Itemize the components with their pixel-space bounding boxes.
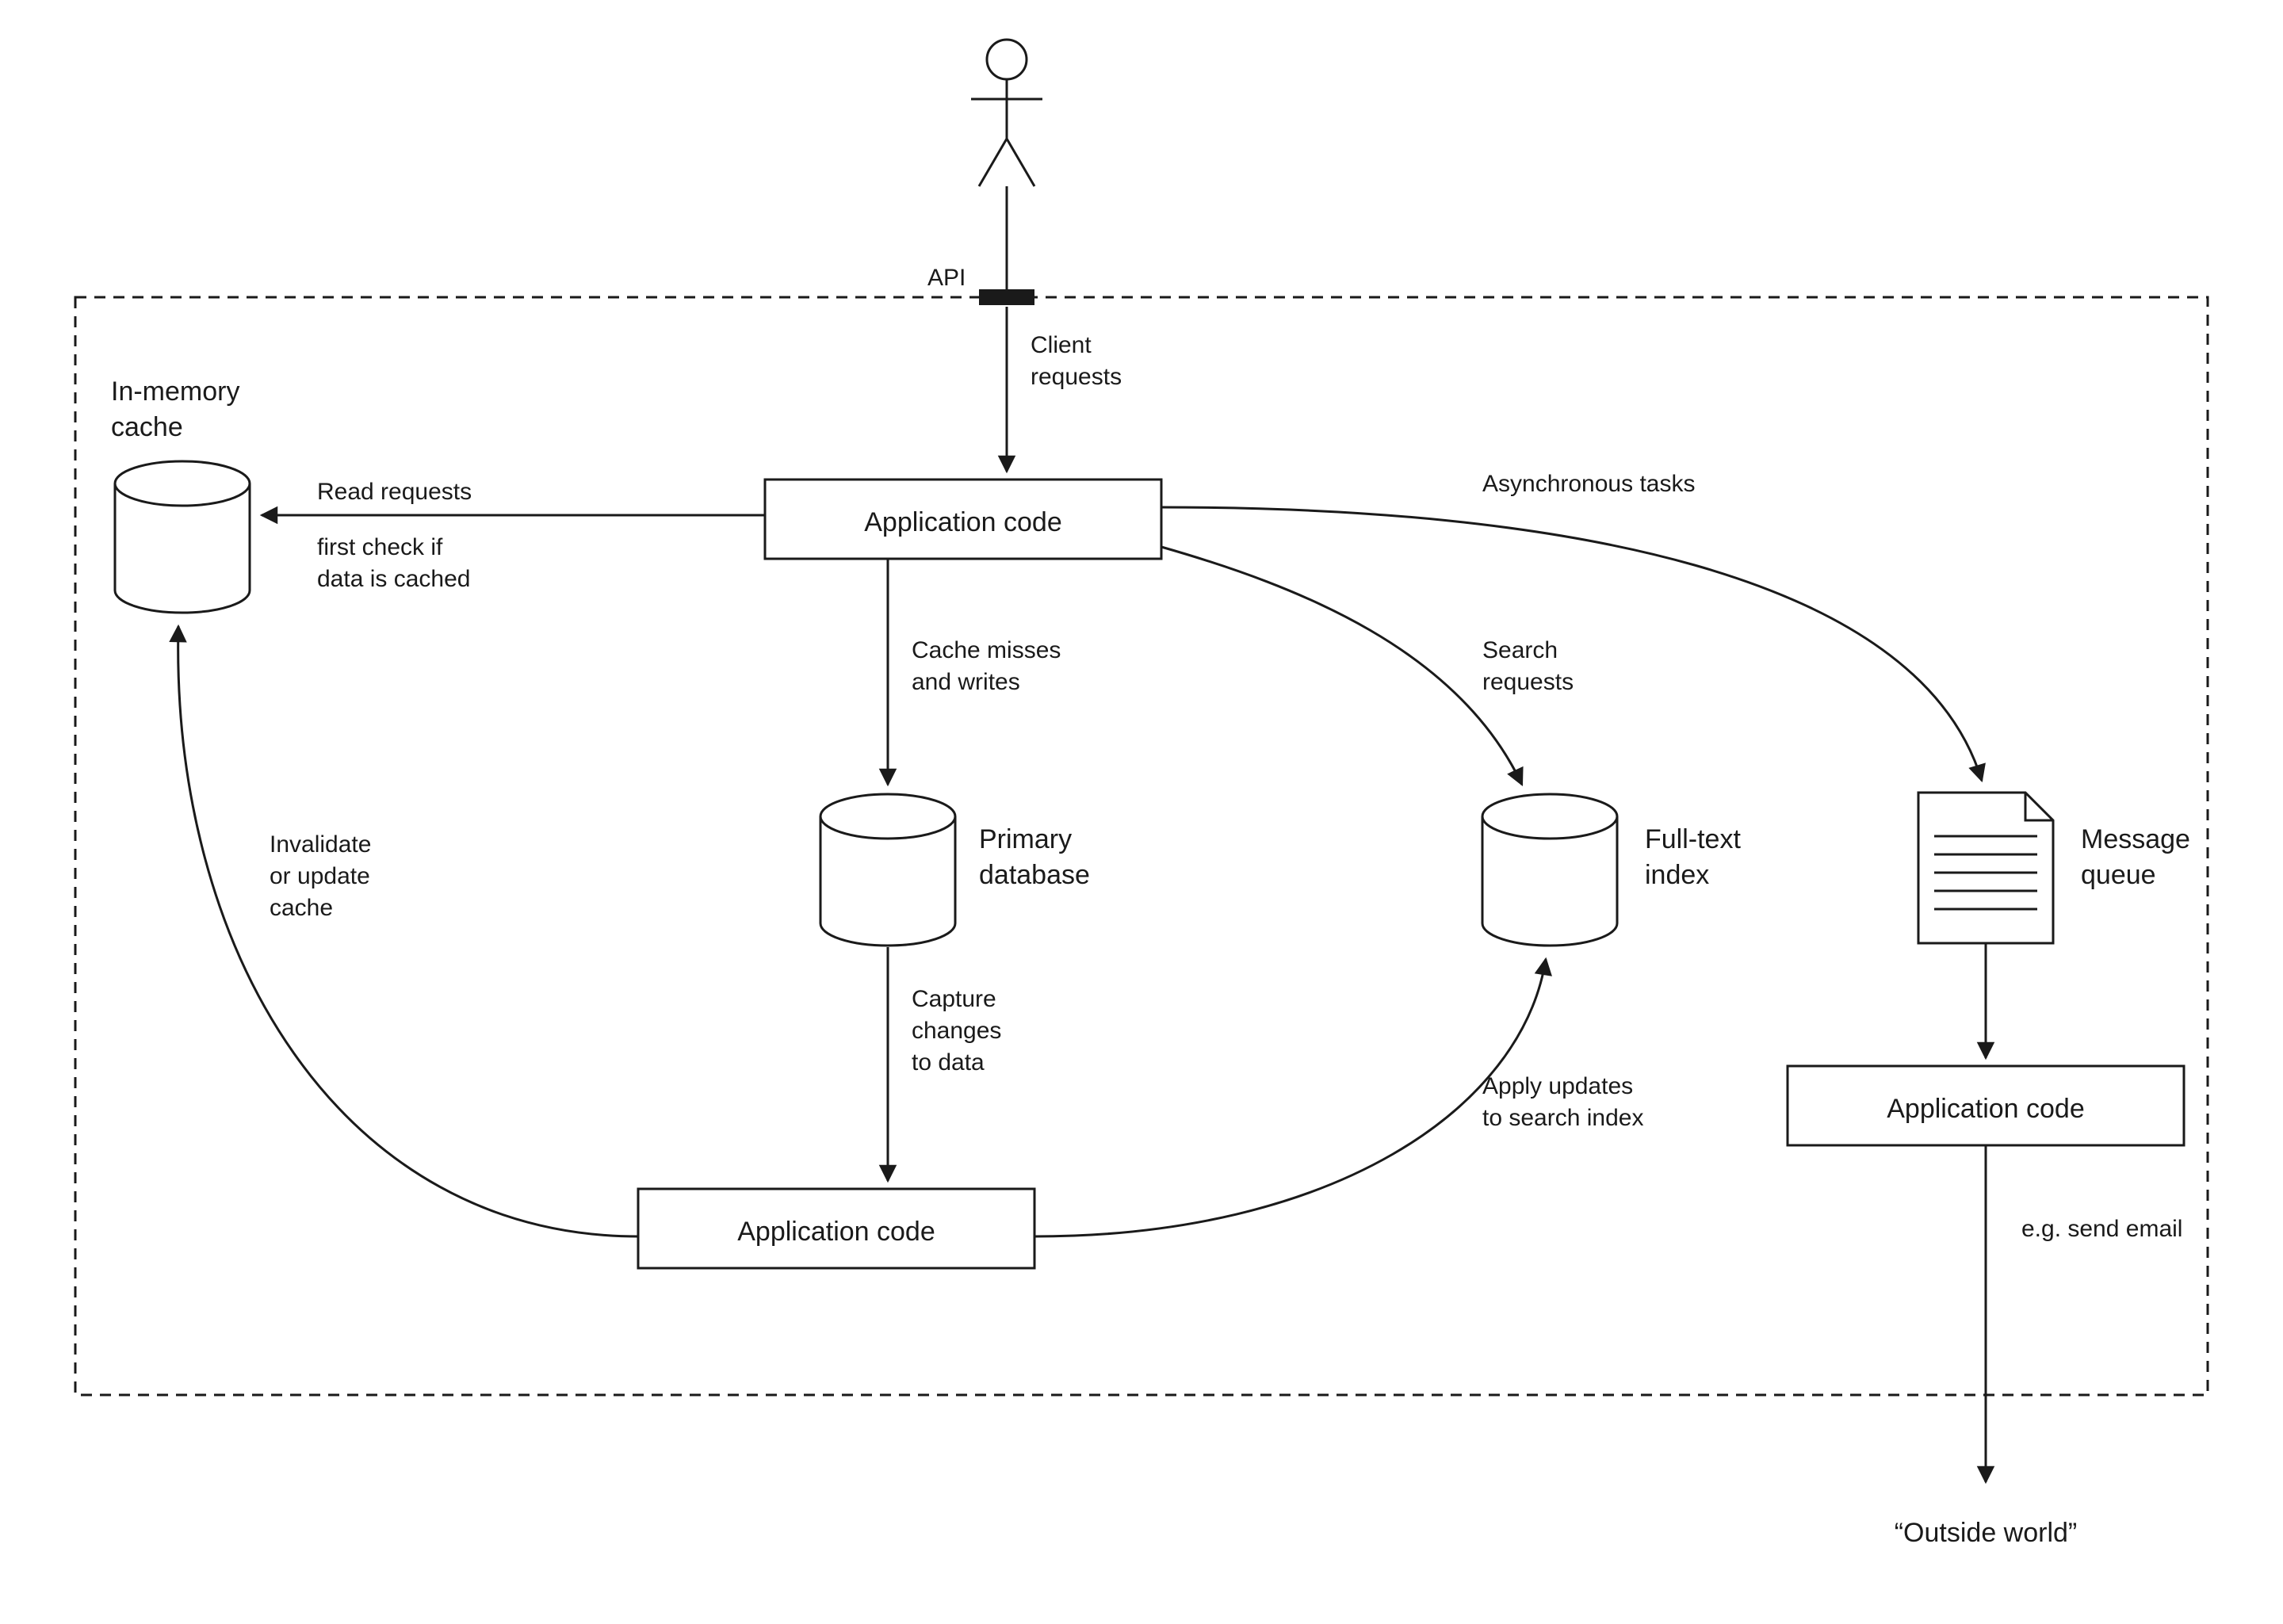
- node-message-queue-label1: Message: [2081, 824, 2190, 854]
- edge-apply-updates-label2: to search index: [1482, 1105, 1643, 1131]
- api-label: API: [927, 265, 966, 291]
- node-primary-db: [820, 794, 955, 946]
- node-fulltext-label2: index: [1645, 860, 1709, 890]
- node-app-right-label: Application code: [1887, 1094, 2085, 1124]
- edge-search-requests: [1161, 547, 1522, 785]
- node-message-queue-label2: queue: [2081, 860, 2156, 890]
- edge-search-requests-label2: requests: [1482, 669, 1574, 695]
- edge-read-requests-label1: Read requests: [317, 479, 472, 505]
- edge-apply-updates: [1034, 959, 1546, 1236]
- edge-capture-changes-label3: to data: [912, 1049, 985, 1076]
- edge-search-requests-label1: Search: [1482, 637, 1558, 663]
- edge-send-email-label: e.g. send email: [2021, 1216, 2182, 1242]
- edge-client-requests-label2: requests: [1031, 364, 1122, 390]
- node-primary-db-label1: Primary: [979, 824, 1072, 854]
- node-primary-db-label2: database: [979, 860, 1090, 890]
- node-cache-label2: cache: [111, 412, 183, 442]
- node-app-top-label: Application code: [864, 507, 1062, 537]
- edge-apply-updates-label1: Apply updates: [1482, 1073, 1633, 1099]
- node-fulltext: [1482, 794, 1617, 946]
- edge-cache-misses-label1: Cache misses: [912, 637, 1061, 663]
- node-cache: [115, 461, 250, 613]
- architecture-diagram: API Client requests Application code In-…: [0, 0, 2283, 1624]
- edge-capture-changes-label1: Capture: [912, 986, 996, 1012]
- edge-client-requests-label: Client: [1031, 332, 1092, 358]
- edge-read-requests-label3: data is cached: [317, 566, 470, 592]
- node-message-queue: [1918, 793, 2053, 943]
- edge-cache-misses-label2: and writes: [912, 669, 1020, 695]
- actor-icon: [971, 40, 1042, 186]
- edge-read-requests-label2: first check if: [317, 534, 443, 560]
- api-port-icon: [979, 289, 1034, 305]
- node-fulltext-label1: Full-text: [1645, 824, 1741, 854]
- edge-async-tasks: [1161, 507, 1982, 781]
- edge-invalidate-label1: Invalidate: [270, 831, 371, 858]
- edge-async-tasks-label: Asynchronous tasks: [1482, 471, 1695, 497]
- edge-capture-changes-label2: changes: [912, 1018, 1001, 1044]
- node-outside-label: “Outside world”: [1895, 1518, 2078, 1548]
- edge-invalidate-cache: [178, 626, 638, 1236]
- edge-invalidate-label3: cache: [270, 895, 333, 921]
- edge-invalidate-label2: or update: [270, 863, 370, 889]
- node-cache-label1: In-memory: [111, 376, 239, 407]
- node-app-mid-label: Application code: [737, 1217, 935, 1247]
